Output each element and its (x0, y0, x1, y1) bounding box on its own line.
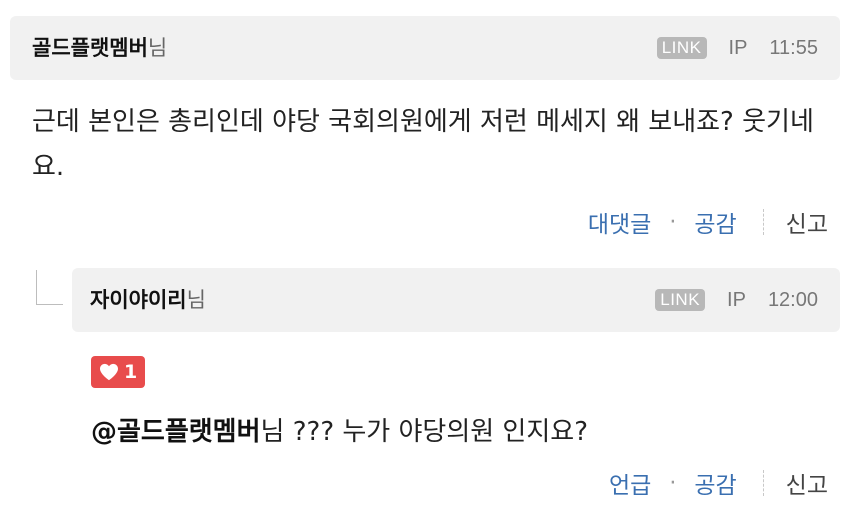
comment-time: 11:55 (769, 36, 818, 59)
reply-time: 12:00 (767, 288, 818, 311)
reply-link-badge[interactable]: LINK (655, 289, 706, 311)
comment-ip-label: IP (728, 36, 748, 59)
reply-author-honorific: 님 (186, 288, 206, 312)
mention-button[interactable]: 언급 (609, 466, 651, 500)
comment-author-name[interactable]: 골드플랫멤버 (32, 36, 148, 60)
reply-mention[interactable]: @골드플랫멤버 (91, 417, 261, 447)
like-button[interactable]: 공감 (694, 466, 736, 500)
comment-body: 근데 본인은 총리인데 야당 국회의원에게 저런 메세지 왜 보내죠? 웃기네요… (32, 107, 814, 182)
action-divider (762, 470, 764, 496)
reply-branch-line (36, 270, 63, 305)
report-button[interactable]: 신고 (786, 205, 828, 239)
reply-actions: 언급 · 공감 신고 (609, 463, 828, 503)
reply-body: @골드플랫멤버님 ??? 누가 야당의원 인지요? (91, 410, 831, 454)
comment-author-honorific: 님 (147, 36, 168, 60)
like-button[interactable]: 공감 (694, 205, 736, 239)
reply-ip-label: IP (727, 288, 746, 311)
report-button[interactable]: 신고 (786, 466, 828, 500)
reply-author[interactable]: 자이야이리님 (90, 268, 206, 332)
action-separator: · (669, 470, 677, 496)
comment-author[interactable]: 골드플랫멤버님 (32, 16, 167, 80)
comment-link-badge[interactable]: LINK (656, 37, 707, 59)
reply-button[interactable]: 대댓글 (588, 205, 651, 239)
comment-header: 골드플랫멤버님 LINK IP 11:55 (10, 16, 840, 80)
comment-meta: LINK IP 11:55 (656, 16, 818, 80)
reply-meta: LINK IP 12:00 (655, 268, 818, 332)
like-count: 1 (124, 361, 138, 383)
reply-body-text: 님 ??? 누가 야당의원 인지요? (260, 417, 588, 447)
heart-icon (100, 363, 118, 381)
reply-header: 자이야이리님 LINK IP 12:00 (72, 268, 840, 332)
like-count-badge: 1 (91, 356, 146, 388)
comment-actions: 대댓글 · 공감 신고 (588, 202, 828, 242)
reply-author-name[interactable]: 자이야이리 (90, 288, 187, 312)
action-divider (762, 209, 764, 235)
action-separator: · (669, 209, 677, 235)
